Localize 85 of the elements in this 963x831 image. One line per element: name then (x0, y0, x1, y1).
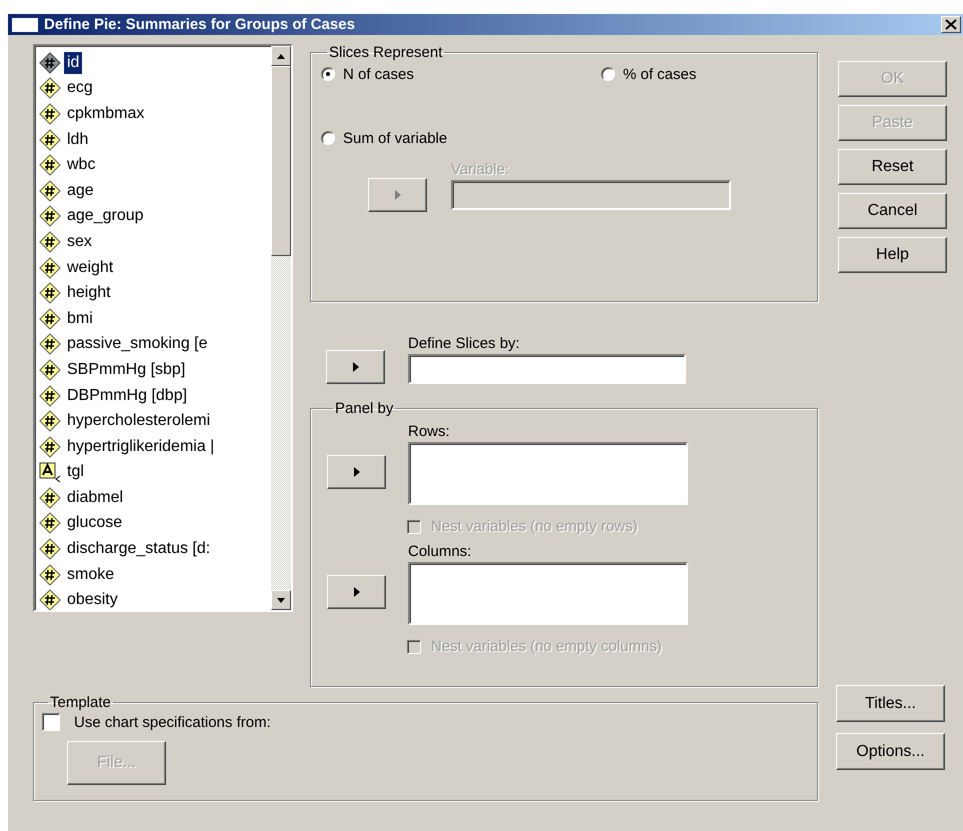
window-title: Define Pie: Summaries for Groups of Cases (44, 16, 356, 33)
scale-variable-icon (39, 564, 61, 586)
variable-item[interactable]: DBPmmHg [dbp] (64, 384, 190, 407)
move-arrow-button[interactable] (327, 575, 386, 609)
radio-label: N of cases (343, 66, 414, 82)
field-label: Rows: (408, 423, 451, 440)
variable-item[interactable]: age (64, 180, 97, 202)
scale-variable-icon (39, 512, 61, 534)
string-variable-icon (39, 461, 61, 484)
checkbox[interactable] (42, 713, 60, 731)
scale-variable-icon (39, 308, 61, 330)
variable-item[interactable]: wbc (64, 154, 98, 176)
variable-item[interactable]: hypercholesterolemi (64, 410, 214, 432)
variable-item[interactable]: ecg (64, 77, 96, 100)
radio-button[interactable] (601, 67, 615, 81)
variable-item[interactable]: hypertriglikeridemia | (64, 436, 218, 458)
scale-variable-icon (39, 230, 61, 253)
radio-label: Sum of variable (343, 130, 448, 146)
radio-button[interactable] (321, 131, 335, 145)
scale-variable-icon (39, 486, 61, 509)
move-arrow-button[interactable] (327, 455, 386, 489)
scale-variable-icon (39, 154, 61, 176)
scroll-down-button[interactable] (271, 590, 291, 610)
scroll-thumb[interactable] (271, 66, 291, 256)
variable-item[interactable]: obesity (64, 589, 121, 610)
arrow-down-icon (277, 598, 285, 602)
slices-by-field[interactable] (408, 354, 686, 384)
scale-variable-icon (39, 205, 61, 228)
field-label: Define Slices by: (408, 335, 521, 352)
variable-item[interactable]: diabmel (64, 486, 126, 509)
window-icon (12, 18, 38, 32)
variable-field[interactable] (451, 180, 731, 210)
dialog-button[interactable]: Reset (838, 149, 947, 185)
close-icon (945, 19, 957, 30)
arrow-right-icon (394, 189, 402, 201)
variable-item[interactable]: bmi (64, 308, 96, 330)
scale-variable-icon (39, 358, 61, 381)
move-arrow-button[interactable] (326, 350, 385, 384)
variable-list-field[interactable] (408, 442, 688, 505)
scale-variable-icon (39, 77, 61, 100)
group-label: Panel by (334, 400, 394, 417)
dialog-button[interactable]: Help (838, 237, 947, 273)
arrow-right-icon (352, 586, 360, 598)
scale-variable-icon (39, 180, 61, 202)
variable-item[interactable]: glucose (64, 512, 126, 534)
radio-button[interactable] (321, 67, 335, 81)
scale-variable-icon (39, 128, 61, 151)
variable-item[interactable]: sex (64, 230, 95, 253)
variable-item[interactable]: age_group (64, 205, 147, 228)
scale-variable-icon (39, 384, 61, 407)
variable-item[interactable]: smoke (64, 564, 118, 586)
scale-variable-icon (39, 256, 61, 279)
arrow-right-icon (352, 466, 360, 478)
variable-item[interactable]: SBPmmHg [sbp] (64, 358, 188, 381)
scale-variable-icon (39, 102, 61, 125)
dialog-button[interactable]: Options... (836, 733, 945, 770)
field-label: Columns: (408, 543, 472, 560)
checkbox-label: Use chart specifications from: (74, 714, 271, 730)
close-button[interactable] (941, 16, 961, 33)
dialog-button[interactable]: Titles... (836, 685, 945, 722)
variable-item[interactable]: ldh (64, 128, 92, 151)
group-label: Slices Represent (328, 44, 444, 61)
variable-item[interactable]: weight (64, 256, 116, 279)
group-label: Template (49, 694, 112, 711)
variable-item[interactable]: discharge_status [d: (64, 538, 214, 560)
arrow-right-icon (352, 361, 360, 373)
radio-label: % of cases (623, 66, 696, 82)
dialog-button[interactable]: Cancel (838, 193, 947, 229)
variable-item[interactable]: cpkmbmax (64, 102, 148, 125)
variable-item[interactable]: id (64, 52, 82, 74)
variable-item[interactable]: tgl (64, 461, 87, 484)
variable-list[interactable] (33, 44, 293, 612)
variable-item[interactable]: height (64, 282, 114, 304)
variable-item[interactable]: passive_smoking [e (64, 333, 211, 356)
scale-variable-icon (39, 410, 61, 432)
variable-list-field[interactable] (408, 562, 688, 625)
scale-variable-icon (39, 52, 61, 74)
scale-variable-icon (39, 589, 61, 610)
scroll-up-button[interactable] (271, 46, 291, 66)
scale-variable-icon (39, 333, 61, 356)
scale-variable-icon (39, 538, 61, 560)
arrow-up-icon (277, 54, 285, 58)
scrollbar[interactable] (271, 46, 291, 610)
scale-variable-icon (39, 282, 61, 304)
scale-variable-icon (39, 436, 61, 458)
